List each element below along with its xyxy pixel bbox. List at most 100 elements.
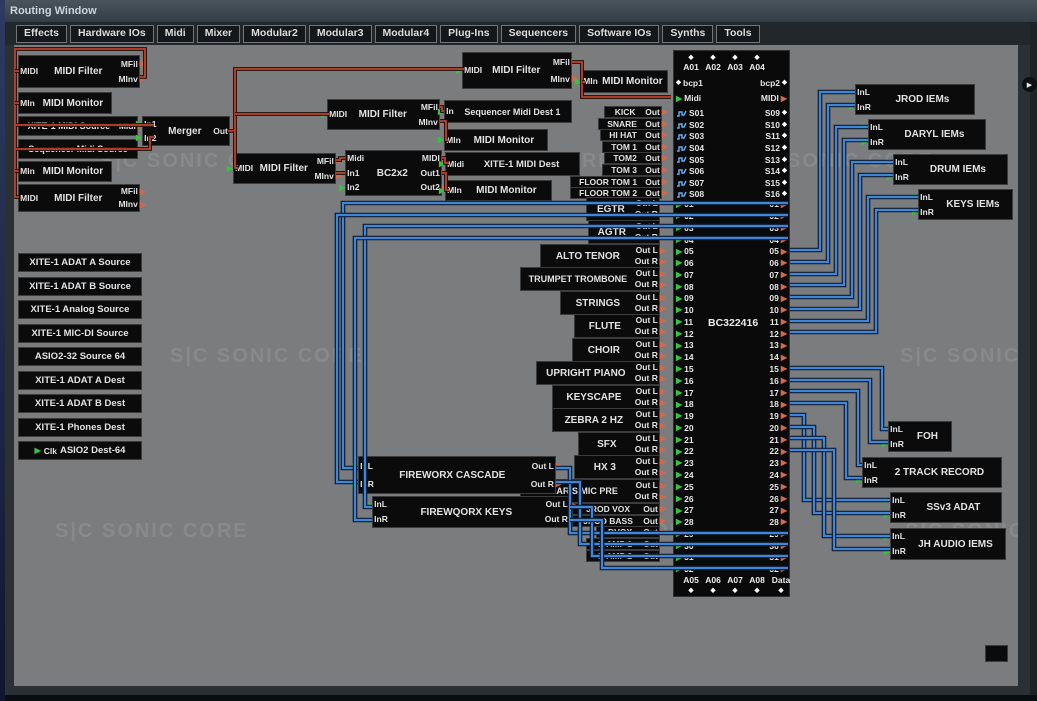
- outr-out-port[interactable]: Out R▶: [531, 480, 554, 489]
- channel-12-output-port[interactable]: 12▶: [769, 330, 787, 339]
- channel-31-input-port[interactable]: ▶31: [676, 553, 694, 562]
- midi-out-port[interactable]: MIDI▶: [420, 154, 440, 163]
- routing-canvas[interactable]: S|C SONIC CORES|C SONIC CORES|C SONIC CO…: [14, 45, 1018, 686]
- midi-port[interactable]: ▶Midi: [676, 94, 701, 103]
- midi-out-port[interactable]: Midi▶: [119, 122, 136, 131]
- wire-audio[interactable]: [790, 380, 888, 442]
- channel-31-output-port[interactable]: 31▶: [769, 553, 787, 562]
- channel-21-output-port[interactable]: 21▶: [769, 436, 787, 445]
- tab-effects[interactable]: Effects: [16, 25, 67, 43]
- s01-input-port[interactable]: S01: [676, 109, 704, 118]
- out-out-port[interactable]: Out▶: [643, 552, 658, 561]
- out-out-port[interactable]: Out▶: [645, 108, 660, 117]
- damp1-module[interactable]: D AMP 1Out▶: [586, 538, 660, 550]
- outr-out-port[interactable]: Out R▶: [635, 304, 658, 313]
- keyscape-module[interactable]: KEYSCAPEOut L▶Out R▶: [552, 385, 660, 409]
- channel-30-output-port[interactable]: 30▶: [769, 542, 787, 551]
- s10-output-port[interactable]: S10◆: [765, 121, 787, 130]
- outr-out-port[interactable]: Out R▶: [635, 398, 658, 407]
- out-out-port[interactable]: Out▶: [645, 189, 660, 198]
- outl-out-port[interactable]: Out L▶: [635, 457, 658, 466]
- wire-audio[interactable]: [790, 162, 893, 297]
- tab-modular3[interactable]: Modular3: [309, 25, 372, 43]
- channel-23-input-port[interactable]: ▶23: [676, 459, 694, 468]
- channel-32-output-port[interactable]: 32▶: [769, 565, 787, 574]
- minv-out-port[interactable]: MInv▶: [550, 75, 570, 84]
- s04-input-port[interactable]: S04: [676, 144, 704, 153]
- out-out-port[interactable]: Out▶: [645, 178, 660, 187]
- out-out-port[interactable]: Out▶: [645, 154, 660, 163]
- channel-17-output-port[interactable]: 17▶: [769, 389, 787, 398]
- channel-25-input-port[interactable]: ▶25: [676, 483, 694, 492]
- inl-in-port[interactable]: ▶InL: [892, 532, 906, 541]
- tab-software-ios[interactable]: Software IOs: [579, 25, 659, 43]
- channel-01-input-port[interactable]: ▶01: [676, 200, 694, 209]
- channel-01-output-port[interactable]: 01▶: [769, 200, 787, 209]
- bc2x2-module[interactable]: ▶Midi▶In1▶In2BC2x2MIDI▶Out1▶Out2▶: [345, 150, 442, 196]
- scroll-right-button[interactable]: ▶: [1022, 77, 1037, 92]
- channel-19-input-port[interactable]: ▶19: [676, 412, 694, 421]
- outl-out-port[interactable]: Out L▶: [635, 269, 658, 278]
- channel-11-output-port[interactable]: 11▶: [770, 318, 787, 327]
- channel-08-output-port[interactable]: 08▶: [769, 283, 787, 292]
- tom2-module[interactable]: TOM2Out▶: [604, 152, 662, 164]
- tab-modular4[interactable]: Modular4: [375, 25, 438, 43]
- outl-out-port[interactable]: Out L▶: [635, 340, 658, 349]
- channel-14-output-port[interactable]: 14▶: [769, 353, 787, 362]
- tab-mixer[interactable]: Mixer: [197, 25, 240, 43]
- channel-16-input-port[interactable]: ▶16: [676, 377, 694, 386]
- keysiems-module[interactable]: ▶InL▶InRKEYS IEMs: [918, 189, 1013, 220]
- midi-in-port[interactable]: ▶MIDI: [464, 66, 482, 75]
- channel-27-input-port[interactable]: ▶27: [676, 506, 694, 515]
- s06-input-port[interactable]: S06: [676, 167, 704, 176]
- midi-in-port[interactable]: ▶MIDI: [20, 194, 38, 203]
- mfilter5-module[interactable]: ▶MIDIMIDI FilterMFil▶MInv▶: [462, 52, 572, 89]
- channel-21-input-port[interactable]: ▶21: [676, 436, 694, 445]
- wire-audio[interactable]: [790, 210, 918, 332]
- wire-audio[interactable]: [790, 391, 862, 465]
- mfilter2-module[interactable]: ▶MIDIMIDI FilterMFil▶MInv▶: [18, 184, 140, 212]
- hihat-module[interactable]: HI HATOut▶: [600, 129, 662, 141]
- merger-module[interactable]: ▶In1▶In2MergerOut▶: [142, 116, 230, 146]
- tab-plug-ins[interactable]: Plug-Ins: [440, 25, 497, 43]
- altotenor-module[interactable]: ALTO TENOROut L▶Out R▶: [540, 244, 660, 268]
- inl-in-port[interactable]: ▶InL: [920, 193, 934, 202]
- jrodiems-module[interactable]: ▶InL▶InRJROD IEMs: [855, 84, 975, 115]
- channel-18-output-port[interactable]: 18▶: [769, 400, 787, 409]
- s09-output-port[interactable]: S09◆: [765, 109, 787, 118]
- channel-14-input-port[interactable]: ▶14: [676, 353, 694, 362]
- tab-modular2[interactable]: Modular2: [243, 25, 306, 43]
- midi-in-port[interactable]: ▶MIDI: [235, 164, 253, 173]
- outl-out-port[interactable]: Out L▶: [635, 481, 658, 490]
- in2-in-port[interactable]: ▶In2: [144, 134, 156, 143]
- outl-out-port[interactable]: Out L▶: [635, 410, 658, 419]
- channel-17-input-port[interactable]: ▶17: [676, 389, 694, 398]
- channel-29-input-port[interactable]: ▶29: [676, 530, 694, 539]
- fireworx2-module[interactable]: ▶InL▶InRFIREWQORX KEYSOut L▶Out R▶: [372, 496, 570, 528]
- outl-out-port[interactable]: Out L▶: [635, 387, 658, 396]
- inr-in-port[interactable]: ▶InR: [374, 515, 388, 524]
- channel-06-output-port[interactable]: 06▶: [769, 259, 787, 268]
- inl-in-port[interactable]: ▶InL: [890, 425, 904, 434]
- min-in-port[interactable]: ▶MIn: [20, 167, 35, 176]
- bcp1-port[interactable]: ◆bcp1: [676, 79, 703, 88]
- s12-output-port[interactable]: S12◆: [765, 144, 787, 153]
- outr-out-port[interactable]: Out R▶: [635, 492, 658, 501]
- upiano-module[interactable]: UPRIGHT PIANOOut L▶Out R▶: [536, 361, 660, 385]
- inr-in-port[interactable]: ▶InR: [892, 511, 906, 520]
- channel-27-output-port[interactable]: 27▶: [769, 506, 787, 515]
- sidebar-item-asio2-32-source-64[interactable]: ASIO2-32 Source 64: [18, 347, 142, 366]
- seqsrc-module[interactable]: Sequencer Midi Source: [18, 139, 138, 159]
- channel-19-output-port[interactable]: 19▶: [769, 412, 787, 421]
- channel-26-output-port[interactable]: 26▶: [769, 495, 787, 504]
- outl-out-port[interactable]: Out L▶: [545, 500, 568, 509]
- ssv3-module[interactable]: ▶InL▶InRSSv3 ADAT: [890, 492, 1002, 523]
- mmon4-module[interactable]: ▶MInMIDI Monitor: [445, 180, 552, 201]
- out-out-port[interactable]: Out▶: [645, 143, 660, 152]
- channel-30-input-port[interactable]: ▶30: [676, 542, 694, 551]
- s15-output-port[interactable]: S15◆: [765, 179, 787, 188]
- s11-output-port[interactable]: S11◆: [765, 132, 787, 141]
- inl-in-port[interactable]: ▶InL: [870, 123, 884, 132]
- midi-in-port[interactable]: ▶MIDI: [20, 67, 38, 76]
- channel-32-input-port[interactable]: ▶32: [676, 565, 694, 574]
